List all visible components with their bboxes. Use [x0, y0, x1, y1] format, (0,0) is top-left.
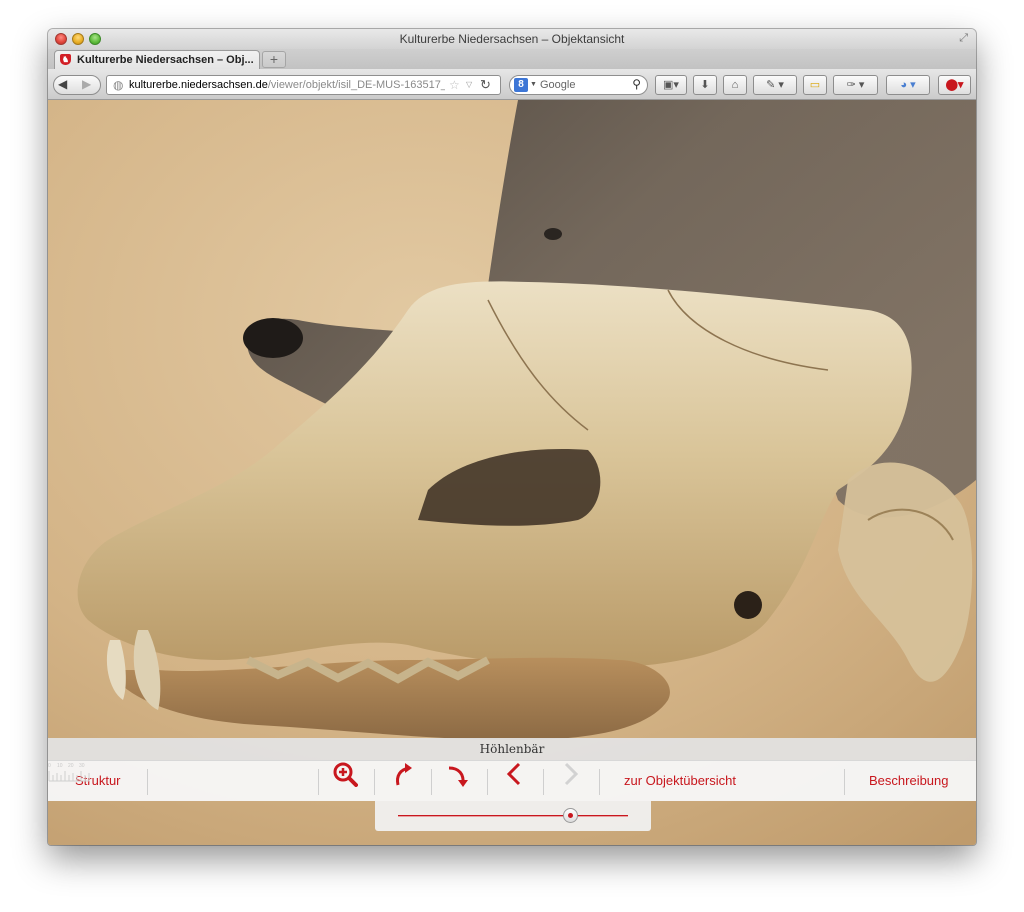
tab-label: Kulturerbe Niedersachsen – Obj... [77, 54, 254, 66]
search-icon[interactable]: ⚲ [632, 77, 641, 91]
new-tab-button[interactable]: + [262, 51, 286, 68]
bookmark-star-icon[interactable]: ☆ [449, 78, 460, 92]
object-title: Höhlenbär [48, 738, 976, 760]
tab-kulturerbe[interactable]: ♞ Kulturerbe Niedersachsen – Obj... [54, 50, 260, 69]
object-overview-link[interactable]: zur Objektübersicht [624, 761, 736, 801]
rotate-left-icon[interactable] [390, 761, 416, 787]
viewer-content: Höhlenbär Struktur 0 10 20 30 zur Objekt… [48, 100, 976, 845]
browser-window: Kulturerbe Niedersachsen – Objektansicht… [48, 29, 976, 845]
ruler-tick-label: 0 [48, 763, 51, 769]
url-text[interactable]: kulturerbe.niedersachsen.de/viewer/objek… [129, 79, 445, 91]
toolbar-divider [543, 769, 544, 795]
adblock-icon: ⬤▾ [945, 79, 964, 91]
highlighter-icon: ✎ ▾ [766, 79, 784, 91]
highlighter-button[interactable]: ✎ ▾ [753, 75, 797, 95]
download-icon: ⬇ [700, 79, 710, 91]
window-title: Kulturerbe Niedersachsen – Objektansicht [399, 32, 625, 46]
tab-strip: ♞ Kulturerbe Niedersachsen – Obj... + [48, 49, 976, 69]
google-icon[interactable]: 8 [514, 78, 528, 92]
url-path: /viewer/objekt/isil_DE-MUS-163517_ [267, 79, 445, 91]
screenshot-icon: ▣▾ [663, 79, 679, 91]
bear-nose [243, 318, 303, 358]
downloads-button[interactable]: ⬇ [693, 75, 717, 95]
reload-icon[interactable]: ↻ [480, 77, 491, 93]
toolbar-divider [487, 769, 488, 795]
search-placeholder: Google [540, 79, 576, 91]
color-wheel-icon: ◕ ▾ [900, 79, 916, 91]
scale-ruler-icon: 0 10 20 30 [48, 763, 90, 782]
bear-eye [544, 228, 562, 240]
toolbar-divider [147, 769, 148, 795]
adblock-button[interactable]: ⬤▾ [938, 75, 971, 95]
home-button[interactable]: ⌂ [723, 75, 747, 95]
screenshot-button[interactable]: ▣▾ [655, 75, 687, 95]
toolbar-divider [374, 769, 375, 795]
ruler-tick-label: 30 [79, 763, 85, 769]
toolbar-divider [318, 769, 319, 795]
eyedropper-icon: ✑ ▾ [846, 79, 865, 91]
url-bar[interactable]: ◍ kulturerbe.niedersachsen.de/viewer/obj… [106, 75, 501, 95]
description-link[interactable]: Beschreibung [869, 761, 949, 801]
zoom-in-icon[interactable] [332, 761, 358, 787]
previous-chevron-left-icon[interactable] [502, 761, 528, 787]
globe-icon: ◍ [113, 78, 124, 92]
object-image[interactable] [48, 100, 976, 845]
tile-icon: ▭ [809, 79, 821, 91]
zoom-slider-handle[interactable] [563, 808, 578, 823]
toolbar-divider [599, 769, 600, 795]
title-bar: Kulturerbe Niedersachsen – Objektansicht… [48, 29, 976, 49]
ear-opening [734, 591, 762, 619]
eyedropper-button[interactable]: ✑ ▾ [833, 75, 878, 95]
url-host: kulturerbe.niedersachsen.de [129, 79, 268, 91]
rotate-right-icon[interactable] [445, 761, 471, 787]
next-chevron-right-icon [564, 762, 579, 786]
shield-icon: ♞ [60, 54, 71, 65]
back-forward-group: ◀ ▶ [53, 75, 101, 95]
zoom-slider-panel [375, 801, 651, 831]
navigation-toolbar: ◀ ▶ ◍ kulturerbe.niedersachsen.de/viewer… [48, 69, 976, 100]
ruler-tick-label: 10 [57, 763, 63, 769]
toolbar-divider [431, 769, 432, 795]
home-icon: ⌂ [731, 79, 739, 91]
fullscreen-icon[interactable]: ⤢ [959, 32, 968, 45]
ruler-tick-label: 20 [68, 763, 74, 769]
viewer-toolbar: Struktur 0 10 20 30 zur Objektübersicht … [48, 760, 976, 801]
forward-arrow-icon[interactable]: ▶ [82, 77, 91, 91]
tile-button[interactable]: ▭ [803, 75, 827, 95]
color-picker-button[interactable]: ◕ ▾ [886, 75, 930, 95]
search-engine-dropdown-icon[interactable]: ▼ [530, 81, 537, 88]
search-bar[interactable]: 8 ▼ Google ⚲ [509, 75, 648, 95]
toolbar-divider [844, 769, 845, 795]
slider-handle-dot [568, 813, 573, 818]
zoom-slider-track[interactable] [398, 815, 628, 816]
back-arrow-icon[interactable]: ◀ [58, 77, 67, 91]
url-dropdown-icon[interactable]: ▽ [466, 80, 472, 89]
